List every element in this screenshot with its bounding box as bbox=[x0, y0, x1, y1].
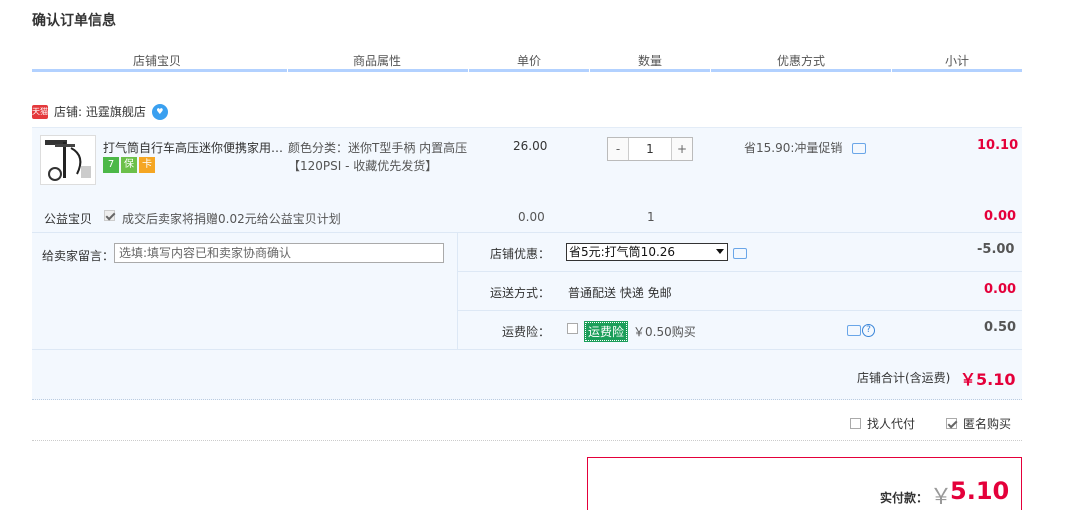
column-header: 店铺宝贝 商品属性 单价 数量 优惠方式 小计 bbox=[32, 46, 1022, 72]
shop-name[interactable]: 店铺: 迅霆旗舰店 bbox=[54, 103, 146, 120]
product-attribute-line1: 颜色分类：迷你T型手柄 内置高压 bbox=[288, 141, 468, 155]
shipping-amount: 0.00 bbox=[984, 282, 1017, 297]
col-subtotal: 小计 bbox=[944, 54, 969, 68]
charity-price: 0.00 bbox=[518, 210, 545, 224]
shipping-label: 运送方式： bbox=[489, 286, 550, 300]
anonymous-purchase-option[interactable]: 匿名购买 bbox=[946, 415, 1011, 432]
quantity-input[interactable]: 1 bbox=[628, 138, 672, 160]
insurance-price-text: ￥0.50购买 bbox=[633, 325, 696, 339]
insurance-help: ? bbox=[847, 324, 875, 337]
shipping-method: 普通配送 快递 免邮 bbox=[568, 286, 672, 300]
row-divider bbox=[458, 310, 1022, 311]
pay-by-other-checkbox[interactable] bbox=[850, 418, 861, 429]
insurance-label: 运费险： bbox=[501, 325, 550, 339]
panel-divider bbox=[457, 233, 458, 350]
shop-discount-amount: -5.00 bbox=[977, 242, 1015, 257]
guarantee-icon[interactable]: 保 bbox=[121, 157, 137, 173]
card-payment-icon[interactable]: 卡 bbox=[139, 157, 155, 173]
col-price: 单价 bbox=[516, 54, 541, 68]
product-thumbnail[interactable] bbox=[40, 135, 96, 185]
col-quantity: 数量 bbox=[637, 54, 662, 68]
amount-due-value: 5.10 bbox=[950, 477, 1010, 505]
item-subtotal: 10.10 bbox=[977, 138, 1019, 153]
pay-by-other-option[interactable]: 找人代付 bbox=[850, 415, 915, 432]
page-title: 确认订单信息 bbox=[32, 13, 116, 29]
currency-symbol: ￥ bbox=[930, 485, 953, 510]
charity-checkbox[interactable] bbox=[104, 208, 115, 222]
product-attribute-line2: 【120PSI - 收藏优先发货】 bbox=[288, 159, 438, 173]
dropdown-arrow-icon bbox=[716, 249, 724, 254]
message-icon[interactable] bbox=[733, 248, 747, 259]
quantity-increase-button[interactable]: + bbox=[672, 138, 692, 160]
seller-memo-input[interactable]: 选填:填写内容已和卖家协商确认 bbox=[114, 243, 444, 263]
anonymous-purchase-checkbox[interactable] bbox=[946, 418, 957, 429]
shop-line: 天猫 店铺: 迅霆旗舰店 ♥ bbox=[32, 103, 168, 120]
row-divider bbox=[458, 271, 1022, 272]
product-title-link[interactable]: 打气筒自行车高压迷你便携家用… bbox=[103, 139, 283, 156]
shop-discount-selected: 省5元:打气筒10.26 bbox=[569, 245, 676, 259]
insurance-option: 运费险 ￥0.50购买 bbox=[583, 321, 696, 342]
message-icon[interactable] bbox=[847, 325, 861, 336]
col-discount: 优惠方式 bbox=[776, 54, 825, 68]
col-attributes: 商品属性 bbox=[352, 54, 401, 68]
seven-day-return-icon[interactable]: 7 bbox=[103, 157, 119, 173]
col-shop-item: 店铺宝贝 bbox=[132, 54, 181, 68]
unit-price: 26.00 bbox=[513, 139, 548, 153]
amount-due-label: 实付款： bbox=[880, 491, 929, 505]
tmall-badge-icon: 天猫 bbox=[32, 104, 48, 119]
message-icon[interactable] bbox=[852, 143, 867, 154]
quantity-decrease-button[interactable]: - bbox=[608, 138, 628, 160]
seller-memo-label: 给卖家留言： bbox=[42, 249, 115, 263]
charity-label: 公益宝贝 bbox=[44, 212, 93, 226]
pay-by-other-label: 找人代付 bbox=[867, 417, 916, 431]
charity-text: 成交后卖家将捐赠0.02元给公益宝贝计划 bbox=[122, 212, 341, 226]
shop-discount-select[interactable]: 省5元:打气筒10.26 bbox=[566, 243, 728, 261]
help-question-icon[interactable]: ? bbox=[862, 324, 875, 337]
discount-method: 省15.90:冲量促销 bbox=[744, 139, 867, 156]
service-badges: 7 保 卡 bbox=[103, 157, 155, 173]
shop-total-value: ￥5.10 bbox=[960, 370, 1016, 389]
anonymous-purchase-label: 匿名购买 bbox=[963, 417, 1012, 431]
quantity-stepper: - 1 + bbox=[607, 137, 693, 161]
chat-bubble-icon[interactable]: ♥ bbox=[151, 103, 168, 120]
discount-text: 省15.90:冲量促销 bbox=[744, 141, 843, 155]
insurance-amount: 0.50 bbox=[984, 320, 1017, 335]
options-divider bbox=[32, 440, 1022, 441]
insurance-badge: 运费险 bbox=[583, 321, 629, 342]
charity-subtotal: 0.00 bbox=[984, 209, 1017, 224]
shop-discount-label: 店铺优惠： bbox=[489, 247, 550, 261]
shop-total-label: 店铺合计(含运费) bbox=[857, 371, 951, 385]
insurance-checkbox[interactable] bbox=[567, 321, 578, 335]
charity-quantity: 1 bbox=[647, 210, 655, 224]
row-divider bbox=[32, 349, 1022, 350]
